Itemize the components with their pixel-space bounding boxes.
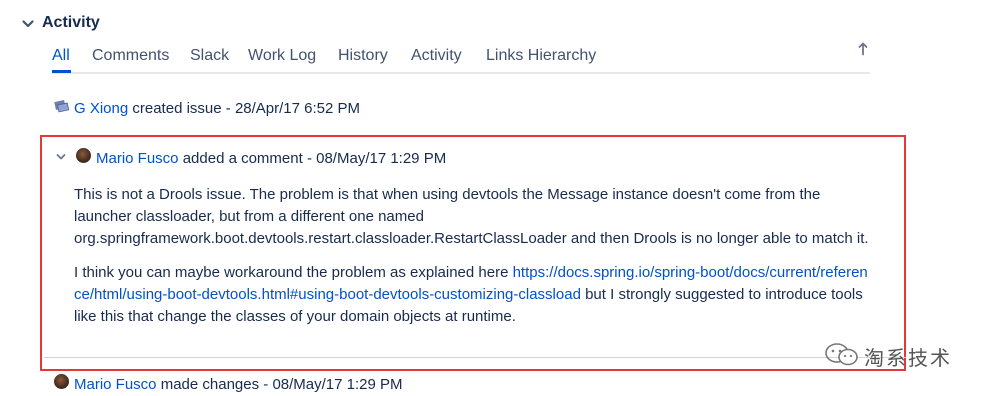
author-link[interactable]: Mario Fusco <box>74 376 157 393</box>
chevron-down-icon[interactable] <box>21 17 35 31</box>
collapse-comment-icon[interactable] <box>55 151 67 163</box>
entry-timestamp: 08/May/17 1:29 PM <box>316 150 447 167</box>
entry-separator: - <box>259 376 273 393</box>
comment-paragraph: This is not a Drools issue. The problem … <box>74 186 869 247</box>
issue-created-icon <box>54 100 70 113</box>
activity-entry-created: G Xiong created issue - 28/Apr/17 6:52 P… <box>74 100 360 117</box>
author-link[interactable]: Mario Fusco <box>96 150 179 167</box>
activity-entry-changes: Mario Fusco made changes - 08/May/17 1:2… <box>74 376 403 393</box>
entry-action: created issue <box>132 100 222 117</box>
entry-timestamp: 28/Apr/17 6:52 PM <box>234 100 361 117</box>
entry-action: made changes <box>160 376 260 393</box>
comment-paragraph: I think you can maybe workaround the pro… <box>74 262 874 328</box>
tab-slack[interactable]: Slack <box>190 47 229 65</box>
entry-action: added a comment <box>182 150 303 167</box>
divider <box>44 357 906 358</box>
avatar[interactable] <box>76 148 91 163</box>
comment-body: This is not a Drools issue. The problem … <box>74 184 874 328</box>
entry-separator: - <box>302 150 317 167</box>
author-link[interactable]: G Xiong <box>74 100 128 117</box>
tab-history[interactable]: History <box>338 47 388 65</box>
tab-links-hierarchy[interactable]: Links Hierarchy <box>486 47 596 65</box>
arrow-up-icon[interactable] <box>857 42 869 56</box>
tab-comments[interactable]: Comments <box>92 47 169 65</box>
activity-tabs: All Comments Slack Work Log History Acti… <box>52 46 870 74</box>
entry-timestamp: 08/May/17 1:29 PM <box>272 376 403 393</box>
comment-text: I think you can maybe workaround the pro… <box>74 264 513 281</box>
section-title: Activity <box>42 14 100 31</box>
tab-all[interactable]: All <box>52 47 70 65</box>
tab-work-log[interactable]: Work Log <box>248 47 316 65</box>
active-tab-indicator <box>52 70 71 73</box>
avatar[interactable] <box>54 374 69 389</box>
tab-activity[interactable]: Activity <box>411 47 462 65</box>
watermark: 淘系技术 <box>820 340 970 370</box>
entry-separator: - <box>221 100 235 117</box>
wechat-icon <box>825 343 858 366</box>
activity-entry-comment-header: Mario Fusco added a comment - 08/May/17 … <box>96 150 446 167</box>
watermark-text: 淘系技术 <box>864 346 952 370</box>
